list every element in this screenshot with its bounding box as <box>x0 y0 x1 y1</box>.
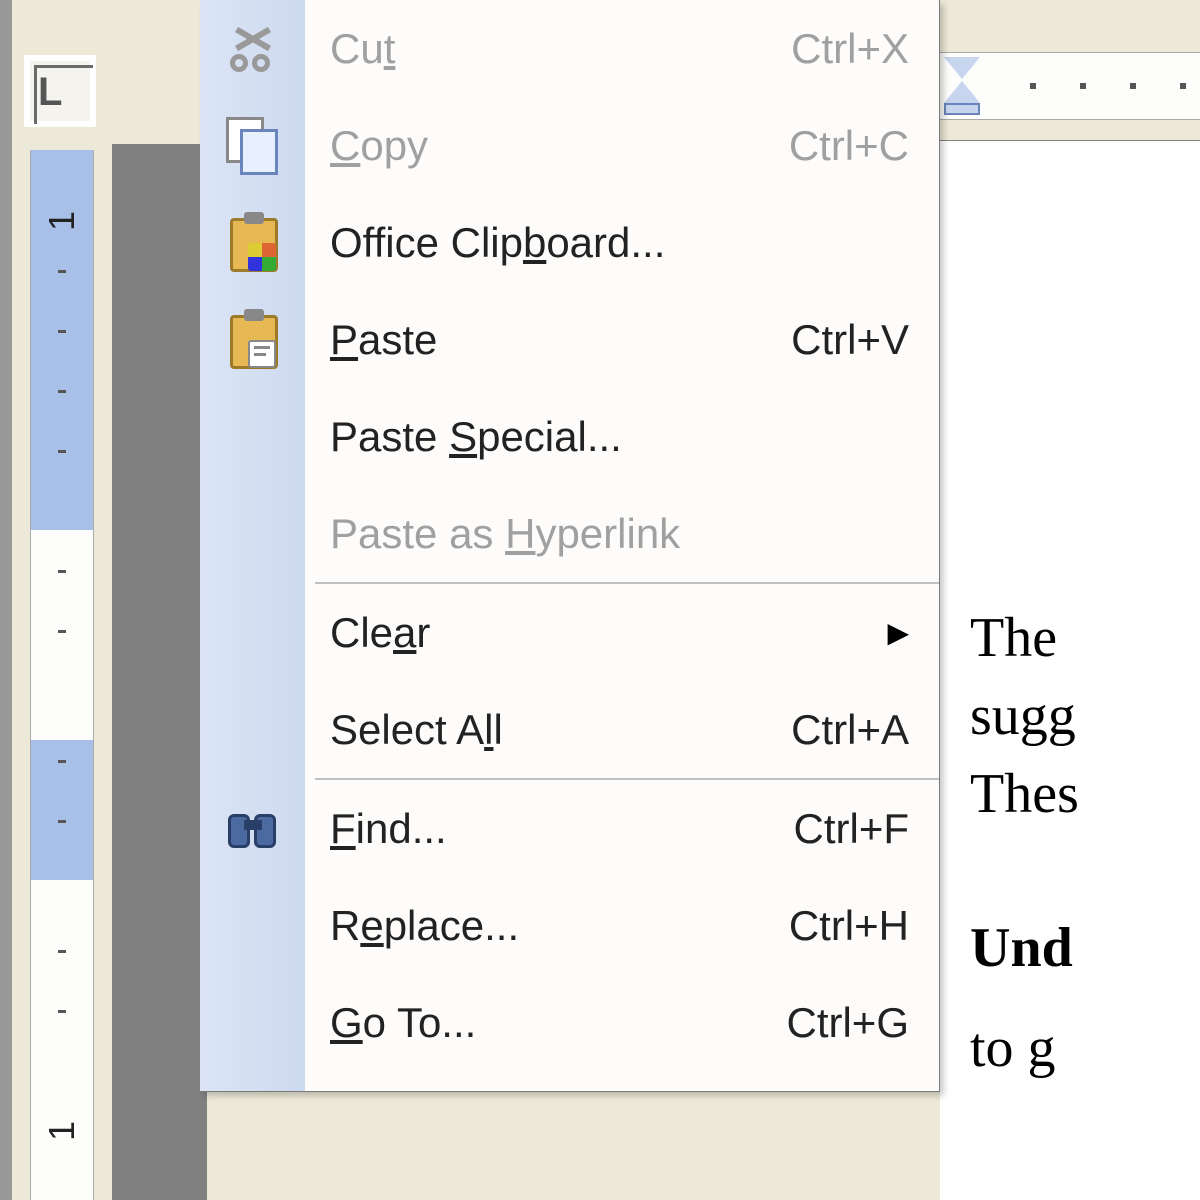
menu-item-label: Paste Special... <box>330 413 909 461</box>
menu-item-shortcut: Ctrl+C <box>789 122 909 170</box>
menu-item-paste[interactable]: PasteCtrl+V <box>200 291 939 388</box>
copy-icon <box>218 111 288 181</box>
ruler-tick <box>1080 83 1086 89</box>
document-text: to g <box>970 1011 1056 1087</box>
ruler-tick <box>58 820 66 823</box>
edit-menu: CutCtrl+XCopyCtrl+COffice Clipboard...Pa… <box>200 0 940 1092</box>
menu-item-label: Cut <box>330 25 791 73</box>
menu-item-label: Replace... <box>330 902 789 950</box>
menu-item-label: Find... <box>330 805 794 853</box>
document-text: The <box>970 601 1057 677</box>
menu-item-copy: CopyCtrl+C <box>200 97 939 194</box>
clipboard-office-icon <box>218 208 288 278</box>
ruler-tick <box>58 330 66 333</box>
menu-item-label: Go To... <box>330 999 786 1047</box>
ruler-number: 1 <box>41 211 83 231</box>
ruler-number: 1 <box>41 1121 83 1141</box>
tab-stop-indicator[interactable]: L <box>38 70 62 115</box>
menu-item-label: Paste <box>330 316 791 364</box>
ruler-tick <box>58 950 66 953</box>
menu-item-find[interactable]: Find...Ctrl+F <box>200 780 939 877</box>
scissors-icon <box>218 14 288 84</box>
menu-item-label: Office Clipboard... <box>330 219 909 267</box>
ruler-tick <box>58 1010 66 1013</box>
document-text: sugg <box>970 679 1076 755</box>
document-text: Und <box>970 911 1073 987</box>
binoculars-icon <box>218 794 288 864</box>
menu-item-go-to[interactable]: Go To...Ctrl+G <box>200 974 939 1071</box>
menu-item-cut: CutCtrl+X <box>200 0 939 97</box>
ruler-margin-top <box>31 150 93 530</box>
vertical-ruler[interactable]: 1 1 <box>30 150 94 1200</box>
menu-item-replace[interactable]: Replace...Ctrl+H <box>200 877 939 974</box>
menu-item-paste-as-hyperlink: Paste as Hyperlink <box>200 485 939 582</box>
ruler-tick <box>58 630 66 633</box>
ruler-tick <box>1180 83 1186 89</box>
ruler-tick <box>1030 83 1036 89</box>
document-page[interactable]: The sugg Thes Und to g <box>940 140 1200 1200</box>
menu-item-label: Clear <box>330 609 887 657</box>
ruler-tick <box>58 390 66 393</box>
menu-item-office-clipboard[interactable]: Office Clipboard... <box>200 194 939 291</box>
menu-item-clear[interactable]: Clear▶ <box>200 584 939 681</box>
menu-item-select-all[interactable]: Select AllCtrl+A <box>200 681 939 778</box>
submenu-arrow-icon: ▶ <box>887 616 909 649</box>
ruler-tick <box>58 570 66 573</box>
ruler-tick <box>58 270 66 273</box>
menu-item-shortcut: Ctrl+G <box>786 999 909 1047</box>
menu-item-label: Select All <box>330 706 791 754</box>
ruler-tick <box>1130 83 1136 89</box>
menu-item-shortcut: Ctrl+V <box>791 316 909 364</box>
document-margin <box>112 148 207 1200</box>
ruler-tick <box>58 760 66 763</box>
window-border-left <box>0 0 12 1200</box>
menu-item-shortcut: Ctrl+F <box>794 805 910 853</box>
clipboard-paste-icon <box>218 305 288 375</box>
menu-item-shortcut: Ctrl+A <box>791 706 909 754</box>
menu-item-label: Copy <box>330 122 789 170</box>
menu-item-label: Paste as Hyperlink <box>330 510 909 558</box>
ruler-tick <box>58 450 66 453</box>
horizontal-ruler[interactable] <box>940 52 1200 120</box>
menu-item-paste-special[interactable]: Paste Special... <box>200 388 939 485</box>
document-text: Thes <box>970 757 1079 833</box>
menu-item-shortcut: Ctrl+X <box>791 25 909 73</box>
menu-item-shortcut: Ctrl+H <box>789 902 909 950</box>
